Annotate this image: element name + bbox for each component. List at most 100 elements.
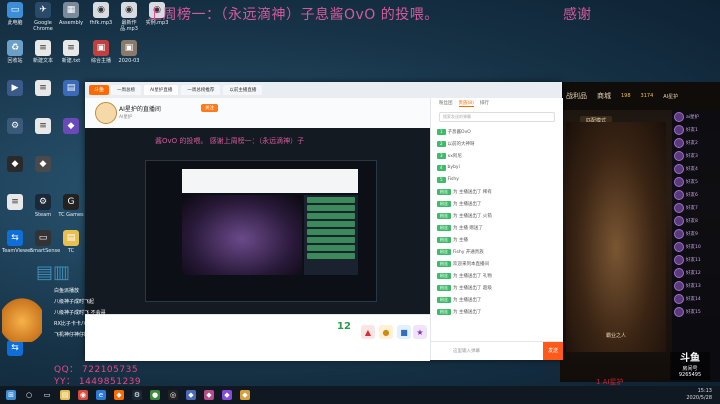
roster-item[interactable]: 好友10 <box>672 240 720 253</box>
anchor-subtitle: AI星护 <box>119 115 133 120</box>
roster-item[interactable]: 好友13 <box>672 279 720 292</box>
desktop-icon-computer[interactable]: ▭ 此电脑 <box>2 2 28 26</box>
roster-item[interactable]: 好友14 <box>672 292 720 305</box>
chat-tab-nobles[interactable]: 贵族(8) <box>458 100 474 107</box>
task-view-icon[interactable]: ▭ <box>42 390 52 400</box>
roster-item[interactable]: 好友4 <box>672 162 720 175</box>
roster-item[interactable]: 好友12 <box>672 266 720 279</box>
steam-icon[interactable]: ⚙ <box>132 390 142 400</box>
douyu-app-icon[interactable]: ◆ <box>114 390 124 400</box>
app-icon[interactable]: ◆ <box>222 390 232 400</box>
roster-item[interactable]: 好友3 <box>672 149 720 162</box>
desktop-icon-recycle[interactable]: ♻ 回收站 <box>2 40 28 64</box>
system-clock[interactable]: 15:13 2020/5/28 <box>686 388 712 402</box>
chat-message: 粉丝为 主播送出了 <box>437 198 557 209</box>
avatar <box>674 241 684 252</box>
overlay-line: 八级神子成时飞起 <box>54 299 95 305</box>
desktop-icon-mp3[interactable]: ◉ 最新作品.mp3 <box>116 2 142 32</box>
roster-item[interactable]: 好友2 <box>672 136 720 149</box>
text-file-icon: ≡ <box>35 40 51 56</box>
video-player[interactable]: 酱OvO 的投喂。 感谢上周榜一：（永远滴神）子 <box>85 128 430 314</box>
chat-tab-fans[interactable]: 粉丝团 <box>439 100 453 106</box>
teamviewer-icon: ⇆ <box>7 230 23 246</box>
roster-item[interactable]: 好友7 <box>672 201 720 214</box>
windows-start-icon[interactable]: ⊞ <box>6 390 16 400</box>
desktop-icon-app2[interactable]: ◆ <box>30 156 56 174</box>
folder-icon: ▤ <box>63 80 79 96</box>
desktop-icon-steam[interactable]: ⚙ Steam <box>30 194 56 218</box>
avatar <box>674 189 684 200</box>
desktop-icon-fhfk[interactable]: ◉ fhfk.mp3 <box>88 2 114 26</box>
search-icon[interactable]: ○ <box>24 390 34 400</box>
roster-item[interactable]: 好友9 <box>672 227 720 240</box>
desktop-icon-tc-folder[interactable]: ▤ TC <box>58 230 84 254</box>
roster-item[interactable]: 好友5 <box>672 175 720 188</box>
browser-tab[interactable]: 以前主播直播 <box>223 85 263 95</box>
desktop-icon-teamviewer-2[interactable]: ⇆ <box>2 340 28 358</box>
wechat-icon[interactable]: ● <box>150 390 160 400</box>
chrome-icon[interactable]: ◉ <box>78 390 88 400</box>
document-icon: ≡ <box>35 80 51 96</box>
game-tab-loot[interactable]: 战利品 <box>566 91 587 101</box>
desktop-icon-smartsense[interactable]: ▭ SmartSense <box>30 230 60 254</box>
folder-icon[interactable]: ▤ <box>60 390 70 400</box>
browser-tab[interactable]: 一周总榜推荐 <box>181 85 221 95</box>
chat-panel: 粉丝团 贵族(8) 排行 搜索发送的弹幕 1 子息酱OvO 2 以前的大神呀 3 xx… <box>430 98 563 360</box>
app-icon[interactable]: ◆ <box>240 390 250 400</box>
gift-box-icon[interactable]: ■ <box>397 325 411 339</box>
chat-tab-rank[interactable]: 排行 <box>480 100 489 106</box>
game-friend-roster: ai星护 好友1 好友2 好友3 好友4 好友5 好友6 好友7 好友8 好友9… <box>672 110 720 382</box>
star-gift-icon[interactable]: ★ <box>413 325 427 339</box>
app-icon: ◆ <box>63 118 79 134</box>
anchor-avatar[interactable] <box>95 102 117 124</box>
browser-tab-active[interactable]: AI星护直播 <box>144 85 179 95</box>
desktop-icon-file[interactable]: ≡ <box>30 118 56 136</box>
desktop-icon-newtxt[interactable]: ≡ 新建.txt <box>58 40 84 64</box>
avatar <box>674 215 684 226</box>
app-icon[interactable]: ◆ <box>186 390 196 400</box>
desktop-icon-teamviewer[interactable]: ⇆ TeamViewer <box>2 230 32 254</box>
roster-item[interactable]: 好友8 <box>672 214 720 227</box>
stream-window: 斗鱼 一周总榜 AI星护直播 一周总榜推荐 以前主播直播 AI星护的直播间 AI… <box>85 82 563 361</box>
desktop-icon-2020[interactable]: ▣ 2020-03 <box>116 40 142 64</box>
desktop-icon-doc[interactable]: ≡ <box>30 80 56 98</box>
desktop-icon-settings[interactable]: ⚙ <box>2 118 28 136</box>
folder-icon: ▤ <box>63 230 79 246</box>
desktop-icon-anchor[interactable]: ▣ 综合主播 <box>88 40 114 64</box>
obs-icon[interactable]: ◎ <box>168 390 178 400</box>
desktop-icon-folder-blue[interactable]: ▤ <box>58 80 84 98</box>
chat-input[interactable]: 这里输入弹幕 <box>453 348 480 354</box>
desktop-icon-chrome[interactable]: ✈ Google Chrome <box>30 2 56 32</box>
coin-gift-icon[interactable]: ● <box>379 325 393 339</box>
game-tab-store[interactable]: 商城 <box>597 91 611 101</box>
send-button[interactable]: 发送 <box>543 342 563 360</box>
roster-item[interactable]: ai星护 <box>672 110 720 123</box>
desktop-background: ▭ 此电脑 ✈ Google Chrome ▦ Assembly ◉ fhfk.… <box>0 0 720 386</box>
roster-item[interactable]: 好友11 <box>672 253 720 266</box>
roster-item[interactable]: 好友15 <box>672 305 720 318</box>
anchor-name: AI星护的直播间 <box>119 106 161 113</box>
rocket-gift-icon[interactable]: ▲ <box>361 325 375 339</box>
audio-file-icon: ◉ <box>93 2 109 18</box>
mascot-image <box>2 296 42 342</box>
roster-item[interactable]: 好友1 <box>672 123 720 136</box>
follow-button[interactable]: 关注 <box>201 104 218 112</box>
nested-chat-line <box>307 237 355 243</box>
chat-message: 4 bybyi <box>437 162 557 173</box>
desktop-icon-app1[interactable]: ◆ <box>2 156 28 174</box>
browser-tab-strip: 斗鱼 一周总榜 AI星护直播 一周总榜推荐 以前主播直播 <box>85 82 562 98</box>
roster-item[interactable]: 好友6 <box>672 188 720 201</box>
browser-tab[interactable]: 一周总榜 <box>111 85 141 95</box>
desktop-icon-newtext[interactable]: ≡ 新建文本 <box>30 40 56 64</box>
desktop-icon-video[interactable]: ▶ <box>2 80 28 98</box>
nested-chat-line <box>307 229 355 235</box>
chat-search-input[interactable]: 搜索发送的弹幕 <box>439 112 555 122</box>
desktop-icon-steam-folder[interactable]: ≡ <box>2 194 28 212</box>
ie-icon[interactable]: e <box>96 390 106 400</box>
desktop-icon-tcgames[interactable]: G TC Games <box>58 194 84 218</box>
desktop-icon-purple[interactable]: ◆ <box>58 118 84 136</box>
nested-chat-line <box>307 245 355 251</box>
document-icon: ≡ <box>35 118 51 134</box>
app-icon[interactable]: ◆ <box>204 390 214 400</box>
desktop-icon-assembly[interactable]: ▦ Assembly <box>58 2 84 26</box>
